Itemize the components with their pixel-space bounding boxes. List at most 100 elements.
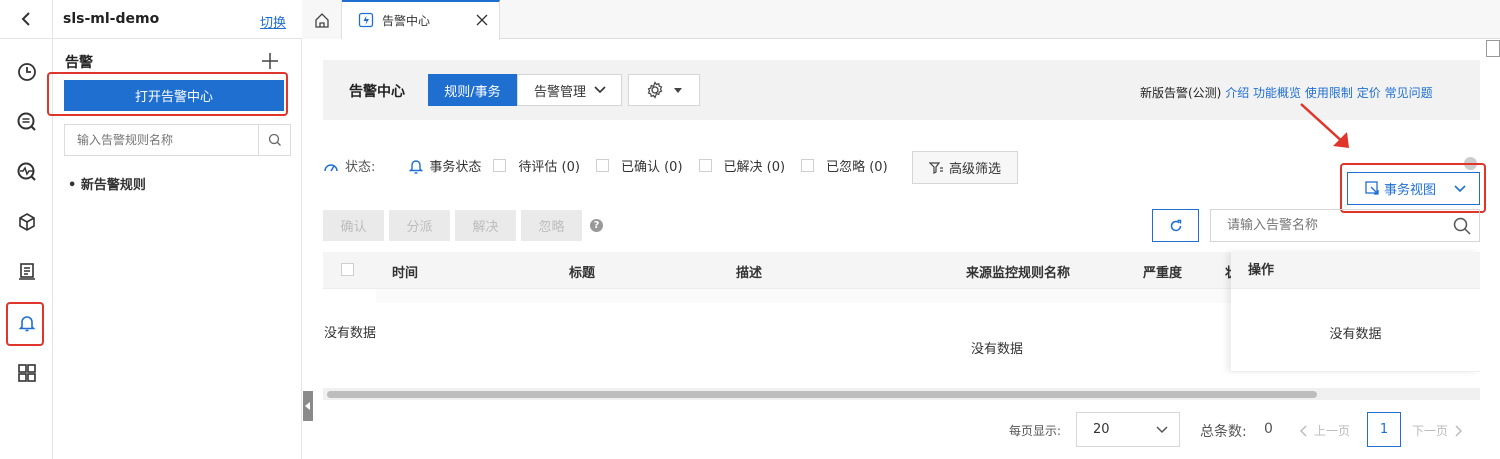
next-page-button[interactable]: 下一页 [1412,422,1463,439]
resolve-button[interactable]: 解决 [455,210,516,241]
page-title: 告警中心 [349,84,405,100]
link-overview[interactable]: 功能概览 [1253,86,1301,100]
checkbox-pending[interactable] [493,159,507,172]
query-icon[interactable] [14,109,40,135]
confirm-button[interactable]: 确认 [323,210,384,241]
close-icon[interactable] [476,14,488,26]
view-icon [1365,181,1379,195]
checkbox-confirmed[interactable] [595,159,609,172]
chevron-down-icon [1454,184,1466,192]
cube-icon[interactable] [14,209,40,235]
event-view-label: 事务视图 [1384,183,1437,198]
tree-item-label: 新告警规则 [80,178,146,193]
option-confirmed: 已确认 (0) [620,160,683,175]
project-name: sls-ml-demo [63,11,160,27]
empty-text-left: 没有数据 [324,326,377,341]
link-limits[interactable]: 使用限制 [1305,86,1353,100]
alert-tab-icon [358,12,374,28]
next-page-label: 下一页 [1412,424,1449,438]
ignore-button[interactable]: 忽略 [521,210,582,241]
col-desc: 描述 [736,266,763,281]
select-all-checkbox[interactable] [341,263,354,276]
checkbox-resolved[interactable] [698,159,712,172]
assign-button[interactable]: 分派 [389,210,450,241]
chevron-left-icon [1300,424,1307,437]
scrollbar-thumb[interactable] [327,391,1317,398]
rule-search-input[interactable] [65,125,258,155]
refresh-button[interactable] [1152,209,1199,242]
project-bar: sls-ml-demo 切换 [53,0,302,39]
page-size-value: 20 [1093,422,1110,437]
link-pricing[interactable]: 定价 [1357,86,1381,100]
switch-link[interactable]: 切换 [260,12,286,31]
alert-search-input[interactable] [1211,218,1453,233]
help-icon[interactable]: ? [590,219,603,232]
tab-alert-manage-label: 告警管理 [534,84,587,100]
col-rule-name: 来源监控规则名称 [966,266,1071,281]
col-severity: 严重度 [1143,266,1183,281]
advanced-filter-button[interactable]: 高级筛选 [912,151,1018,184]
page-number-current[interactable]: 1 [1367,412,1401,447]
home-icon[interactable] [302,0,342,39]
option-ignored: 已忽略 (0) [826,160,888,175]
panel-title: 告警 [65,55,93,71]
link-intro[interactable]: 介绍 [1225,86,1249,100]
event-status-label: 事务状态 [429,160,482,175]
panel-toggle[interactable] [1486,40,1500,57]
tab-alert-center[interactable]: 告警中心 [342,0,500,40]
new-alert-label: 新版告警(公测) [1140,86,1222,100]
rule-search [64,124,291,156]
refresh-icon [1170,219,1181,231]
page-size-label: 每页显示: [1009,424,1062,438]
total-count: 0 [1264,421,1273,437]
settings-dropdown[interactable] [628,74,700,106]
prev-page-label: 上一页 [1314,424,1351,438]
chevron-down-icon [1156,425,1168,433]
annotation-arrow [1300,103,1349,148]
horizontal-scrollbar[interactable] [323,388,1480,400]
tab-rules-events[interactable]: 规则/事务 [428,74,517,106]
chevron-left-icon[interactable] [0,0,53,39]
collapse-handle[interactable] [303,391,313,421]
checkbox-ignored[interactable] [801,159,815,172]
search-icon [1453,217,1471,235]
option-pending: 待评估 (0) [518,160,580,175]
tree-item-new-rule[interactable]: • 新告警规则 [68,174,146,193]
advanced-filter-label: 高级筛选 [948,162,1001,177]
grid-icon[interactable] [14,360,40,386]
bell-icon [409,159,424,174]
option-resolved: 已解决 (0) [723,160,786,175]
event-view-dropdown[interactable]: 事务视图 [1347,172,1480,205]
search-icon[interactable] [258,125,290,155]
col-time: 时间 [392,266,419,281]
status-filter-row: 状态: 事务状态 待评估 (0) 已确认 (0) 已解决 (0) 已忽略 (0) [323,156,888,175]
table-subrow [376,289,1231,303]
empty-text-right: 没有数据 [1329,327,1382,342]
bell-icon[interactable] [14,310,40,336]
prev-page-button[interactable]: 上一页 [1300,422,1350,439]
monitor-icon[interactable] [14,159,40,185]
alert-side-panel: 告警 打开告警中心 • 新告警规则 [47,39,302,459]
open-alert-center-button[interactable]: 打开告警中心 [64,80,284,111]
report-icon[interactable] [14,259,40,285]
chevron-right-icon [1455,424,1463,437]
tab-alert-manage[interactable]: 告警管理 [517,74,622,106]
header-links: 新版告警(公测) 介绍 功能概览 使用限制 定价 常见问题 [1140,84,1433,101]
empty-text-center: 没有数据 [971,342,1024,357]
gauge-icon [324,163,338,171]
status-label: 状态: [345,160,376,175]
chevron-down-icon [594,86,606,94]
link-faq[interactable]: 常见问题 [1385,86,1433,100]
col-actions: 操作 [1231,252,1480,289]
col-title: 标题 [569,266,596,281]
gear-icon [647,81,663,99]
alert-search [1210,209,1480,242]
clock-icon[interactable] [14,59,40,85]
plus-icon[interactable] [261,52,279,70]
total-label: 总条数: [1200,424,1247,440]
tab-bar: 告警中心 [302,0,1500,40]
nav-rail [0,0,53,459]
page-size-select[interactable]: 20 [1076,412,1180,447]
tab-label: 告警中心 [382,14,431,28]
actions-fixed-column: 操作 没有数据 [1231,252,1480,372]
